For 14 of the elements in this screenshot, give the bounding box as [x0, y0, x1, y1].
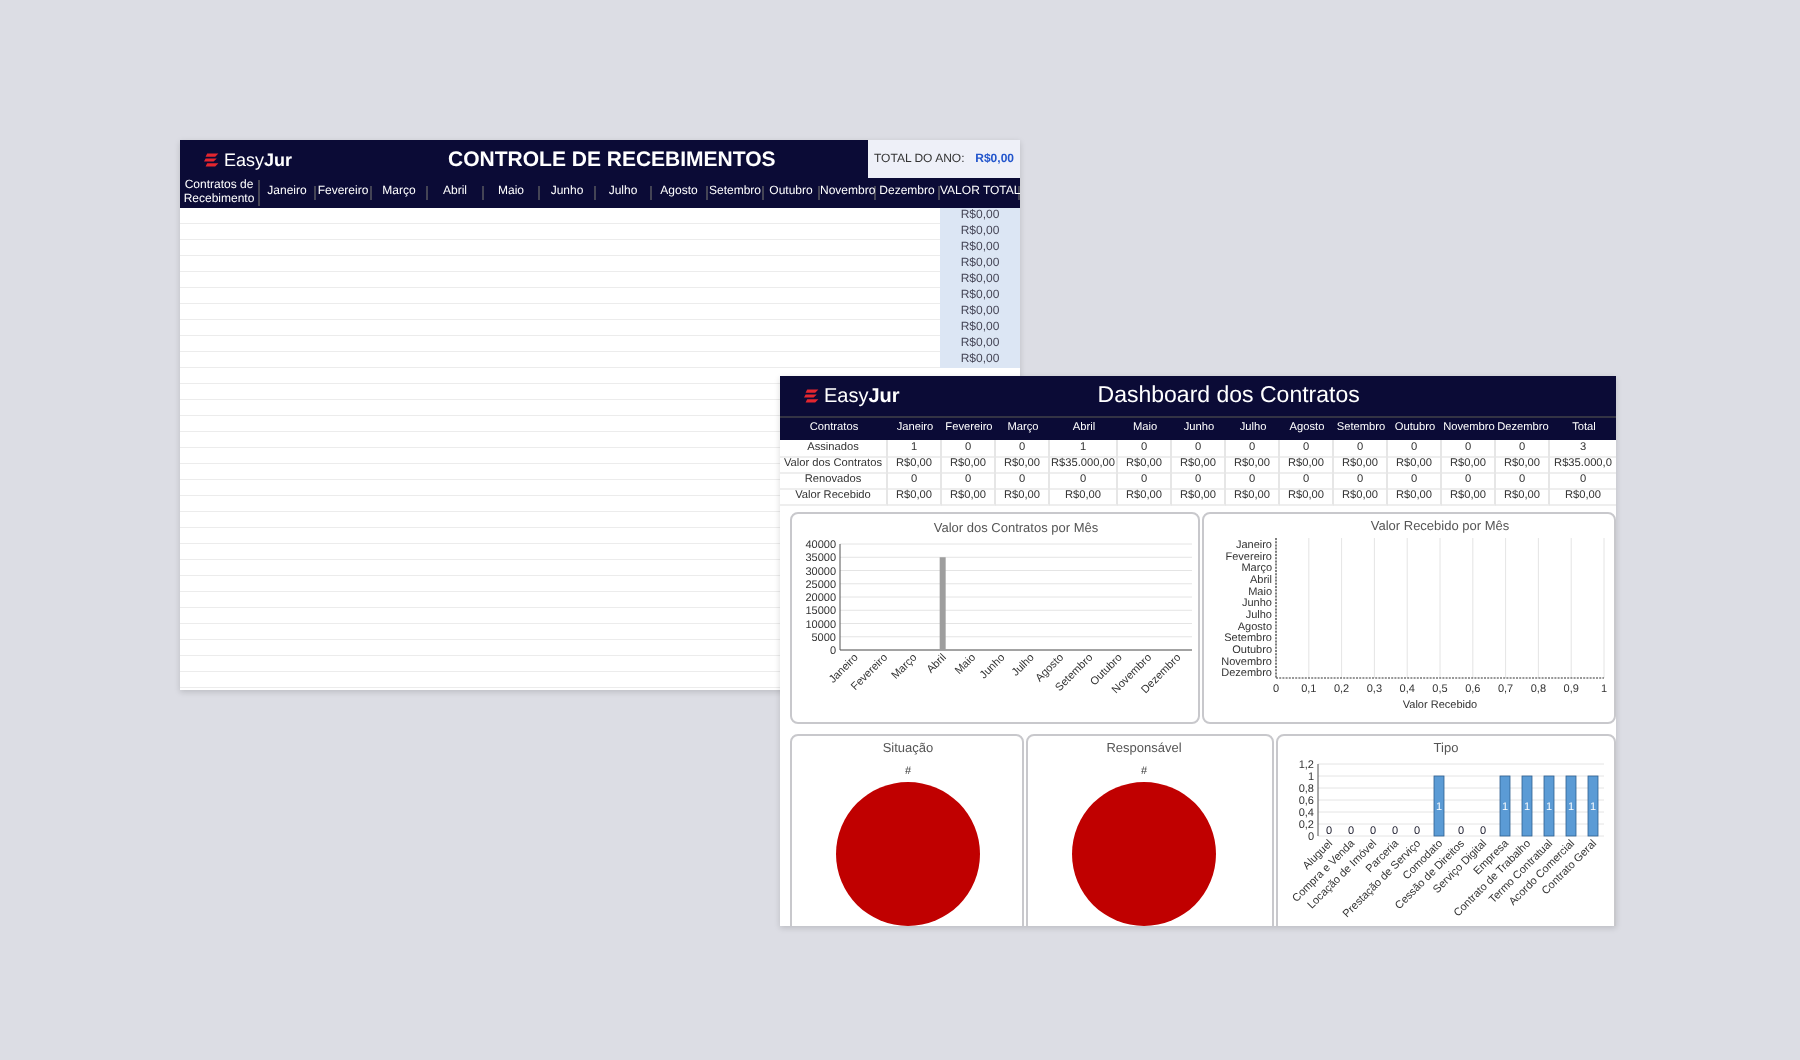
bar — [1500, 775, 1512, 837]
sheet-title: CONTROLE DE RECEBIMENTOS — [448, 147, 776, 171]
logo-text: EasyJur — [824, 385, 900, 407]
bar — [1588, 775, 1600, 837]
logo-text: EasyJur — [224, 149, 293, 169]
bar — [1544, 775, 1556, 837]
logo-icon — [804, 388, 820, 404]
dashboard-title: Dashboard dos Contratos — [1097, 384, 1360, 408]
bar — [1522, 775, 1534, 837]
logo-icon — [204, 151, 220, 167]
bar — [939, 557, 946, 650]
bar — [1566, 775, 1578, 837]
pie-chart-drawing — [836, 782, 980, 926]
bar — [1434, 775, 1446, 837]
